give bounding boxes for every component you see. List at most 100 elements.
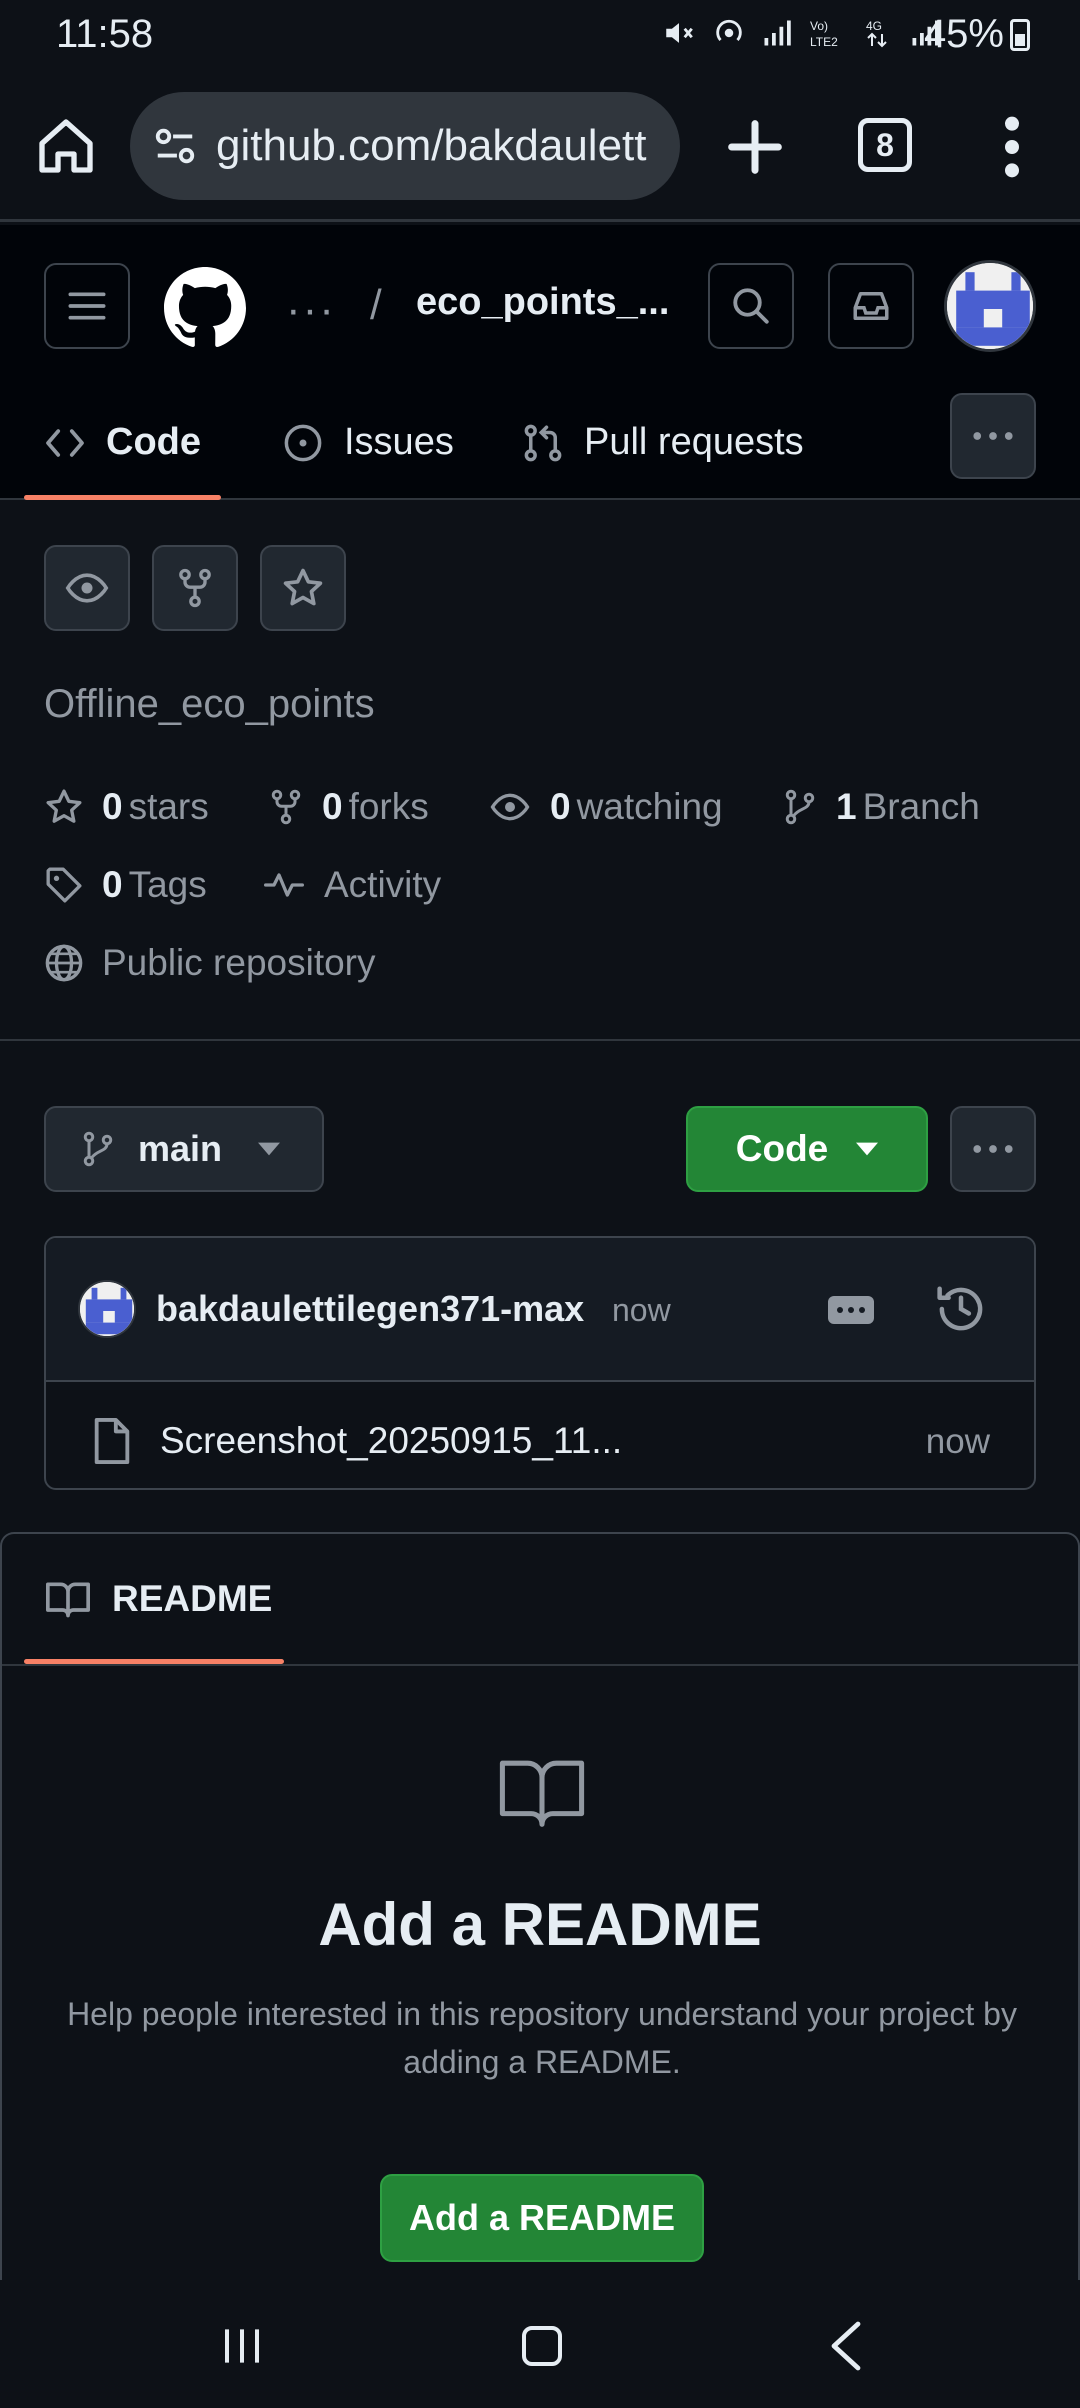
- data-4g-icon: 4G: [866, 19, 887, 48]
- readme-empty-description: Help people interested in this repositor…: [67, 1996, 1017, 2080]
- commit-author-avatar[interactable]: [78, 1280, 136, 1338]
- stars-count: 0: [102, 786, 123, 827]
- pull-request-icon: [524, 424, 562, 461]
- latest-commit-box: bakdaulettilegen371-max now Screenshot_2…: [44, 1236, 1036, 1490]
- fork-icon: [271, 789, 301, 825]
- file-name[interactable]: Screenshot_20250915_11...: [160, 1420, 622, 1462]
- tab-code[interactable]: Code: [24, 385, 221, 500]
- hotspot-icon: [716, 19, 742, 42]
- file-row[interactable]: Screenshot_20250915_11... now: [46, 1384, 1034, 1488]
- branch-selector[interactable]: main: [44, 1106, 324, 1192]
- battery-percent: 45%: [923, 12, 1004, 56]
- more-tabs-button[interactable]: [950, 393, 1036, 479]
- readme-empty-title: Add a README: [318, 1891, 762, 1958]
- recents-icon[interactable]: [222, 2326, 262, 2366]
- search-icon: [733, 288, 769, 324]
- home-nav-icon[interactable]: [522, 2326, 562, 2366]
- stars-stat[interactable]: 0 stars: [44, 786, 209, 828]
- system-icons: Vo) LTE2 4G: [662, 16, 940, 50]
- kebab-horizontal-icon: [973, 1145, 1013, 1153]
- signal-icon: [764, 20, 791, 46]
- eye-icon: [65, 573, 109, 603]
- activity-stat[interactable]: Activity: [262, 864, 441, 906]
- commit-time: now: [612, 1292, 671, 1328]
- forks-count: 0: [322, 786, 343, 827]
- tab-pull-requests-label: Pull requests: [584, 421, 804, 463]
- tab-code-label: Code: [106, 421, 201, 463]
- status-bar: 11:58 Vo) LTE2 4G 45%: [0, 0, 1080, 72]
- tab-pull-requests[interactable]: Pull requests: [522, 385, 804, 500]
- watching-count: 0: [550, 786, 571, 827]
- commit-author[interactable]: bakdaulettilegen371-max: [156, 1288, 584, 1330]
- commit-message-toggle[interactable]: [828, 1296, 874, 1324]
- file-commit-time: now: [925, 1422, 990, 1461]
- activity-label: Activity: [324, 864, 442, 905]
- add-readme-button[interactable]: Add a README: [380, 2174, 704, 2262]
- breadcrumb-overflow[interactable]: ···: [286, 285, 336, 335]
- site-settings-icon[interactable]: [152, 123, 198, 169]
- watch-button[interactable]: [44, 545, 130, 631]
- svg-text:LTE2: LTE2: [810, 35, 838, 49]
- repo-more-button[interactable]: [950, 1106, 1036, 1192]
- new-tab-icon[interactable]: [720, 112, 790, 182]
- battery-indicator: 45%: [924, 12, 1030, 57]
- address-bar[interactable]: github.com/bakdaulett: [130, 92, 680, 200]
- forks-label: forks: [348, 786, 429, 827]
- tags-stat[interactable]: 0 Tags: [44, 864, 207, 906]
- watching-label: watching: [576, 786, 723, 827]
- fork-button[interactable]: [152, 545, 238, 631]
- tab-readme[interactable]: README: [24, 1534, 284, 1664]
- caret-down-icon: [258, 1142, 281, 1156]
- browser-toolbar: github.com/bakdaulett 8: [0, 72, 1080, 222]
- book-icon: [499, 1760, 585, 1827]
- back-icon[interactable]: [826, 2320, 866, 2372]
- code-icon: [46, 428, 84, 457]
- caret-down-icon: [856, 1142, 879, 1156]
- repo-action-buttons: [44, 545, 346, 631]
- section-divider: [0, 1039, 1080, 1041]
- stars-label: stars: [128, 786, 209, 827]
- github-logo-icon[interactable]: [164, 267, 246, 349]
- globe-icon: [45, 944, 83, 982]
- branch-icon: [83, 1131, 113, 1167]
- branch-stat[interactable]: 1 Branch: [782, 786, 980, 828]
- star-button[interactable]: [260, 545, 346, 631]
- tab-switcher-button[interactable]: 8: [858, 118, 912, 172]
- star-icon: [46, 789, 82, 823]
- identicon: [80, 1282, 134, 1336]
- kebab-horizontal-icon: [973, 432, 1013, 440]
- branch-count: 1: [836, 786, 857, 827]
- inbox-button[interactable]: [828, 263, 914, 349]
- browser-menu-icon[interactable]: [992, 112, 1032, 182]
- search-button[interactable]: [708, 263, 794, 349]
- identicon: [947, 263, 1033, 349]
- forks-stat[interactable]: 0 forks: [268, 786, 429, 828]
- tags-label: Tags: [128, 864, 207, 905]
- repo-description: Offline_eco_points: [44, 682, 375, 726]
- pulse-icon: [264, 873, 304, 897]
- code-dropdown-button[interactable]: Code: [686, 1106, 928, 1192]
- android-nav-bar: [0, 2280, 1080, 2408]
- eye-icon: [490, 793, 530, 821]
- tab-issues[interactable]: Issues: [282, 385, 454, 500]
- tab-issues-label: Issues: [344, 421, 454, 463]
- tab-count: 8: [876, 126, 894, 163]
- star-icon: [283, 568, 323, 606]
- home-icon[interactable]: [34, 114, 98, 178]
- readme-panel: README Add a README Help people interest…: [0, 1532, 1080, 2282]
- svg-text:Vo): Vo): [810, 19, 828, 33]
- github-header: ··· / eco_points_... Code Issues Pull re…: [0, 225, 1080, 500]
- hamburger-menu-button[interactable]: [44, 263, 130, 349]
- watching-stat[interactable]: 0 watching: [488, 786, 723, 828]
- visibility-label: Public repository: [102, 942, 376, 983]
- branch-icon: [785, 789, 815, 825]
- history-icon[interactable]: [934, 1282, 988, 1336]
- fork-icon: [179, 568, 211, 608]
- readme-tab-label: README: [112, 1578, 273, 1619]
- breadcrumb-repo-name[interactable]: eco_points_...: [416, 281, 669, 324]
- readme-divider: [2, 1664, 1078, 1666]
- add-readme-button-label: Add a README: [408, 2197, 675, 2238]
- visibility-stat: Public repository: [44, 942, 376, 984]
- branch-label: Branch: [862, 786, 980, 827]
- user-avatar[interactable]: [944, 260, 1036, 352]
